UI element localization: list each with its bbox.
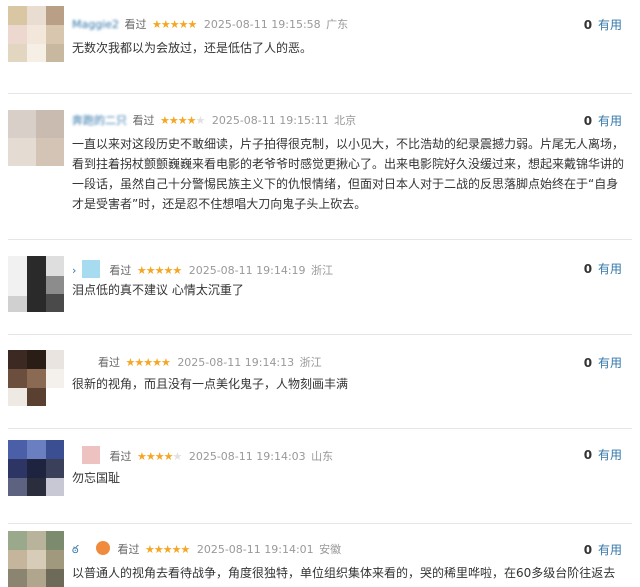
- useful-count: 0: [583, 18, 593, 32]
- comment-time: 2025-08-11 19:14:01: [196, 543, 314, 556]
- username-link[interactable]: Maggie2: [72, 18, 119, 31]
- rating-stars: ★★★★★: [160, 114, 205, 127]
- useful-button[interactable]: 有用: [598, 114, 622, 128]
- comment-text: 很新的视角，而且没有一点美化鬼子，人物刻画丰满: [72, 377, 349, 391]
- useful-button[interactable]: 有用: [598, 356, 622, 370]
- useful-vote[interactable]: 0 有用: [584, 16, 622, 33]
- comment-location: 北京: [334, 114, 357, 127]
- star-empty-icon: ★: [195, 114, 205, 127]
- useful-vote[interactable]: 0 有用: [584, 541, 622, 558]
- username-link[interactable]: 奔跑的二只: [72, 114, 127, 127]
- comment-meta: Maggie2 看过 ★★★★★ 2025-08-11 19:15:58 广东: [72, 16, 348, 32]
- comment-time: 2025-08-11 19:15:58: [203, 18, 321, 31]
- watched-label: 看过: [117, 543, 140, 556]
- useful-vote[interactable]: 0 有用: [584, 260, 622, 277]
- watched-label: 看过: [109, 450, 132, 463]
- star-empty-icon: ★: [172, 450, 182, 463]
- comment-location: 安徽: [319, 543, 342, 556]
- user-badge-icon: [96, 541, 111, 555]
- useful-button[interactable]: 有用: [598, 543, 622, 557]
- user-badge-icon: [81, 260, 100, 278]
- comment-divider: [8, 239, 632, 240]
- star-filled-icon: ★★★★★: [145, 543, 190, 556]
- comment-time: 2025-08-11 19:14:19: [188, 264, 306, 277]
- comment-divider: [8, 523, 632, 524]
- avatar[interactable]: [8, 6, 64, 62]
- comment-location: 浙江: [299, 356, 322, 369]
- rating-stars: ★★★★★: [136, 264, 182, 277]
- rating-stars: ★★★★★: [145, 543, 190, 556]
- comment-item: 看过 ★★★★★ 2025-08-11 19:14:03 山东 0 有用 勿忘国…: [0, 430, 640, 522]
- useful-count: 0: [583, 543, 593, 557]
- useful-count: 0: [583, 448, 593, 462]
- comment-item: ఠ 看过 ★★★★★ 2025-08-11 19:14:01 安徽 0 有用 以…: [0, 525, 640, 587]
- star-filled-icon: ★★★★★: [136, 264, 182, 277]
- comment-divider: [8, 334, 632, 335]
- star-filled-icon: ★★★★: [160, 114, 196, 127]
- rating-stars: ★★★★★: [152, 18, 197, 31]
- rating-stars: ★★★★★: [125, 356, 171, 369]
- avatar[interactable]: [8, 531, 64, 587]
- useful-count: 0: [583, 356, 593, 370]
- useful-button[interactable]: 有用: [598, 18, 622, 32]
- user-badge-icon: [82, 446, 100, 464]
- useful-vote[interactable]: 0 有用: [584, 354, 622, 371]
- comment-meta: › 看过 ★★★★★ 2025-08-11 19:14:19 浙江: [72, 260, 333, 278]
- comment-meta: 看过 ★★★★★ 2025-08-11 19:14:13 浙江: [96, 354, 322, 370]
- comment-divider: [8, 428, 632, 429]
- comment-location: 浙江: [311, 264, 334, 277]
- comment-text: 泪点低的真不建议 心情太沉重了: [72, 283, 244, 297]
- comment-item: Maggie2 看过 ★★★★★ 2025-08-11 19:15:58 广东 …: [0, 0, 640, 90]
- useful-count: 0: [583, 262, 593, 276]
- username-link[interactable]: ›: [72, 264, 76, 277]
- comment-item: 奔跑的二只 看过 ★★★★★ 2025-08-11 19:15:11 北京 0 …: [0, 96, 640, 236]
- comment-location: 广东: [326, 18, 349, 31]
- comment-time: 2025-08-11 19:14:03: [188, 450, 306, 463]
- useful-vote[interactable]: 0 有用: [584, 112, 622, 129]
- watched-label: 看过: [109, 264, 132, 277]
- avatar[interactable]: [8, 256, 64, 312]
- useful-button[interactable]: 有用: [598, 262, 622, 276]
- comment-meta: ఠ 看过 ★★★★★ 2025-08-11 19:14:01 安徽: [72, 541, 341, 559]
- useful-count: 0: [583, 114, 593, 128]
- watched-label: 看过: [98, 356, 120, 369]
- comment-time: 2025-08-11 19:15:11: [211, 114, 329, 127]
- rating-stars: ★★★★★: [137, 450, 182, 463]
- comment-meta: 看过 ★★★★★ 2025-08-11 19:14:03 山东: [72, 446, 333, 464]
- comment-meta: 奔跑的二只 看过 ★★★★★ 2025-08-11 19:15:11 北京: [72, 112, 356, 128]
- avatar[interactable]: [8, 440, 64, 496]
- comment-item: 看过 ★★★★★ 2025-08-11 19:14:13 浙江 0 有用 很新的…: [0, 336, 640, 426]
- username-link[interactable]: ఠ: [72, 543, 79, 556]
- avatar[interactable]: [8, 350, 64, 406]
- comment-text: 勿忘国耻: [72, 471, 121, 485]
- comment-text: 无数次我都以为会放过，还是低估了人的恶。: [72, 41, 313, 55]
- comment-text: 以普通人的视角去看待战争，角度很独特，单位组织集体来看的，哭的稀里哗啦，在60多…: [72, 566, 616, 580]
- comment-text: 一直以来对这段历史不敢细读，片子拍得很克制，以小见大，不比浩劫的纪录震撼力弱。片…: [72, 137, 625, 211]
- comment-divider: [8, 93, 632, 94]
- watched-label: 看过: [132, 114, 155, 127]
- comment-time: 2025-08-11 19:14:13: [177, 356, 295, 369]
- watched-label: 看过: [124, 18, 147, 31]
- comment-item: › 看过 ★★★★★ 2025-08-11 19:14:19 浙江 0 有用 泪…: [0, 242, 640, 332]
- useful-button[interactable]: 有用: [598, 448, 622, 462]
- star-filled-icon: ★★★★★: [152, 18, 197, 31]
- avatar[interactable]: [8, 110, 64, 166]
- useful-vote[interactable]: 0 有用: [584, 446, 622, 463]
- comment-location: 山东: [311, 450, 334, 463]
- star-filled-icon: ★★★★★: [125, 356, 171, 369]
- star-filled-icon: ★★★★: [137, 450, 173, 463]
